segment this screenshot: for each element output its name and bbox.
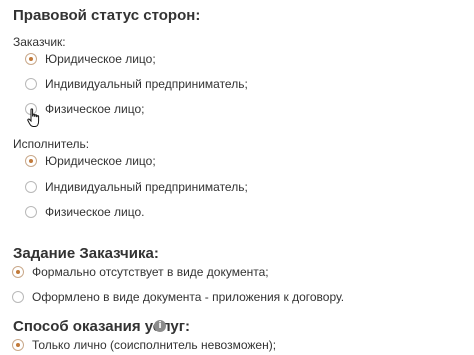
- executor-option-individual-entrepreneur[interactable]: Индивидуальный предприниматель;: [25, 180, 248, 194]
- customer-option-individual-entrepreneur[interactable]: Индивидуальный предприниматель;: [25, 77, 248, 91]
- radio-button-checked[interactable]: [12, 339, 24, 351]
- radio-button-checked[interactable]: [25, 155, 37, 167]
- info-icon[interactable]: i: [154, 320, 166, 332]
- option-label: Оформлено в виде документа - приложения …: [32, 290, 345, 304]
- executor-option-legal-entity[interactable]: Юридическое лицо;: [25, 154, 156, 168]
- option-label: Только лично (соисполнитель невозможен);: [32, 338, 277, 352]
- option-label: Физическое лицо;: [45, 102, 145, 116]
- section-title-legal-status: Правовой статус сторон:: [13, 7, 201, 24]
- radio-button[interactable]: [25, 78, 37, 90]
- hand-pointer-cursor-icon: [27, 108, 40, 127]
- executor-label: Исполнитель:: [13, 137, 90, 151]
- radio-button[interactable]: [12, 291, 24, 303]
- task-option-informal[interactable]: Формально отсутствует в виде документа;: [12, 265, 269, 279]
- customer-option-individual[interactable]: Физическое лицо;: [25, 102, 144, 116]
- radio-button[interactable]: [25, 206, 37, 218]
- option-label: Физическое лицо.: [45, 205, 145, 219]
- option-label: Юридическое лицо;: [45, 154, 156, 168]
- radio-button-checked[interactable]: [25, 53, 37, 65]
- method-option-personal-only[interactable]: Только лично (соисполнитель невозможен);: [12, 338, 276, 352]
- customer-label: Заказчик:: [13, 35, 66, 49]
- option-label: Индивидуальный предприниматель;: [45, 77, 248, 91]
- task-option-document-attachment[interactable]: Оформлено в виде документа - приложения …: [12, 290, 344, 304]
- option-label: Формально отсутствует в виде документа;: [32, 265, 269, 279]
- radio-button-checked[interactable]: [12, 266, 24, 278]
- option-label: Индивидуальный предприниматель;: [45, 180, 248, 194]
- radio-button[interactable]: [25, 181, 37, 193]
- option-label: Юридическое лицо;: [45, 52, 156, 66]
- executor-option-individual[interactable]: Физическое лицо.: [25, 205, 144, 219]
- customer-option-legal-entity[interactable]: Юридическое лицо;: [25, 52, 156, 66]
- section-title-customer-task: Задание Заказчика:: [13, 245, 159, 262]
